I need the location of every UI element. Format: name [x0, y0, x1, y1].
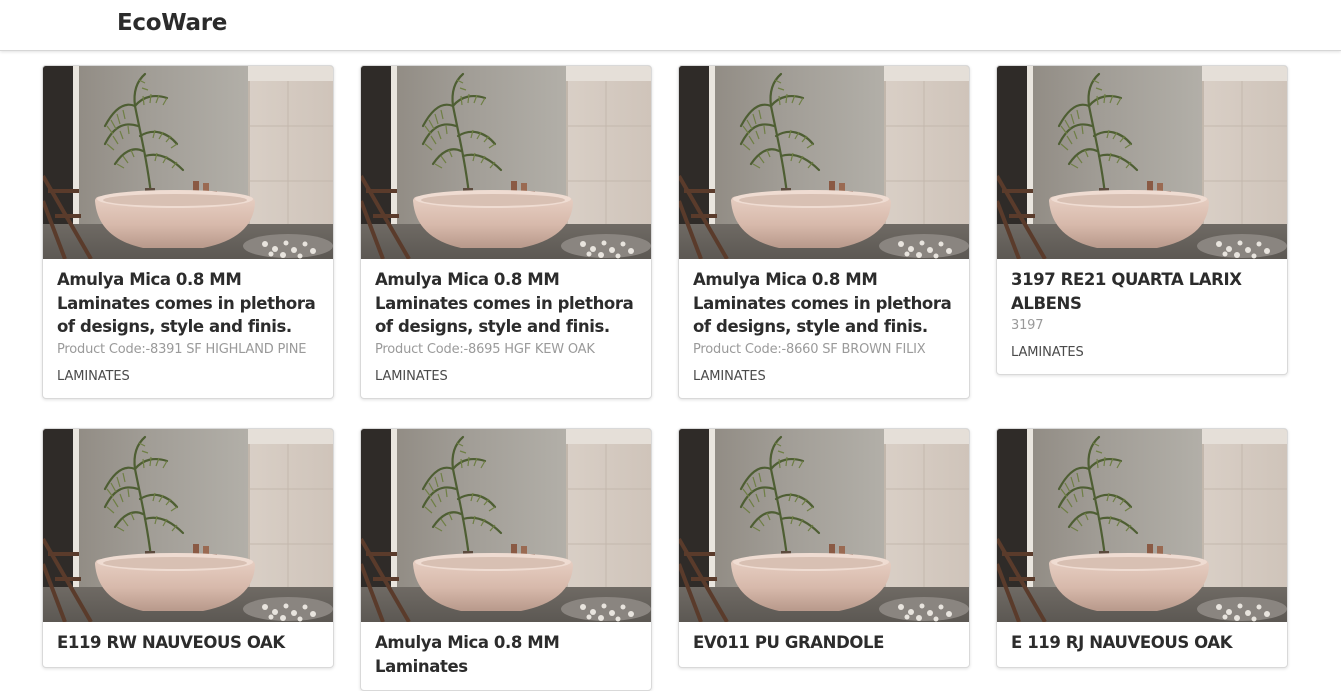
product-image[interactable] — [43, 429, 333, 622]
product-card[interactable]: Amulya Mica 0.8 MM Laminates comes in pl… — [678, 65, 970, 399]
product-card-body: 3197 RE21 QUARTA LARIX ALBENS 3197 LAMINAT… — [997, 259, 1287, 374]
product-category: LAMINATES — [375, 368, 448, 384]
product-title[interactable]: Amulya Mica 0.8 MM Laminates — [375, 631, 637, 678]
product-title[interactable]: 3197 RE21 QUARTA LARIX ALBENS — [1011, 268, 1273, 315]
product-category: LAMINATES — [693, 368, 766, 384]
product-code: Product Code:-8660 SF BROWN FILIX — [693, 341, 926, 357]
product-category: LAMINATES — [1011, 345, 1084, 360]
product-image[interactable] — [997, 429, 1287, 622]
product-card-body: Amulya Mica 0.8 MM Laminates comes in pl… — [679, 259, 969, 398]
product-title[interactable]: Amulya Mica 0.8 MM Laminates comes in pl… — [693, 268, 955, 339]
product-image[interactable] — [361, 429, 651, 622]
product-title[interactable]: E119 RW NAUVEOUS OAK — [57, 631, 319, 655]
product-card[interactable]: E 119 RJ NAUVEOUS OAK — [996, 428, 1288, 668]
product-code: Product Code:-8391 SF HIGHLAND PINE — [57, 341, 307, 357]
product-title[interactable]: EV011 PU GRANDOLE — [693, 631, 955, 655]
product-card-body: E 119 RJ NAUVEOUS OAK — [997, 622, 1287, 667]
product-card[interactable]: Amulya Mica 0.8 MM Laminates comes in pl… — [42, 65, 334, 399]
product-card[interactable]: EV011 PU GRANDOLE — [678, 428, 970, 668]
product-card-body: Amulya Mica 0.8 MM Laminates comes in pl… — [361, 259, 651, 398]
product-image[interactable] — [997, 66, 1287, 259]
product-image[interactable] — [679, 429, 969, 622]
product-card[interactable]: E119 RW NAUVEOUS OAK — [42, 428, 334, 668]
product-category: LAMINATES — [57, 368, 130, 384]
product-code: 3197 — [1011, 318, 1044, 333]
product-image[interactable] — [361, 66, 651, 259]
brand-logo-text[interactable]: EcoWare — [117, 10, 227, 36]
product-card-body: Amulya Mica 0.8 MM Laminates comes in pl… — [43, 259, 333, 398]
product-title[interactable]: E 119 RJ NAUVEOUS OAK — [1011, 631, 1273, 655]
product-card-body: EV011 PU GRANDOLE — [679, 622, 969, 667]
product-card-body: E119 RW NAUVEOUS OAK — [43, 622, 333, 667]
product-card-body: Amulya Mica 0.8 MM Laminates — [361, 622, 651, 690]
product-card[interactable]: Amulya Mica 0.8 MM Laminates comes in pl… — [360, 65, 652, 399]
product-card[interactable]: 3197 RE21 QUARTA LARIX ALBENS 3197 LAMINAT… — [996, 65, 1288, 375]
product-image[interactable] — [43, 66, 333, 259]
top-navbar: EcoWare — [0, 0, 1341, 51]
product-image[interactable] — [679, 66, 969, 259]
product-title[interactable]: Amulya Mica 0.8 MM Laminates comes in pl… — [375, 268, 637, 339]
product-title[interactable]: Amulya Mica 0.8 MM Laminates comes in pl… — [57, 268, 319, 339]
product-code: Product Code:-8695 HGF KEW OAK — [375, 341, 595, 357]
